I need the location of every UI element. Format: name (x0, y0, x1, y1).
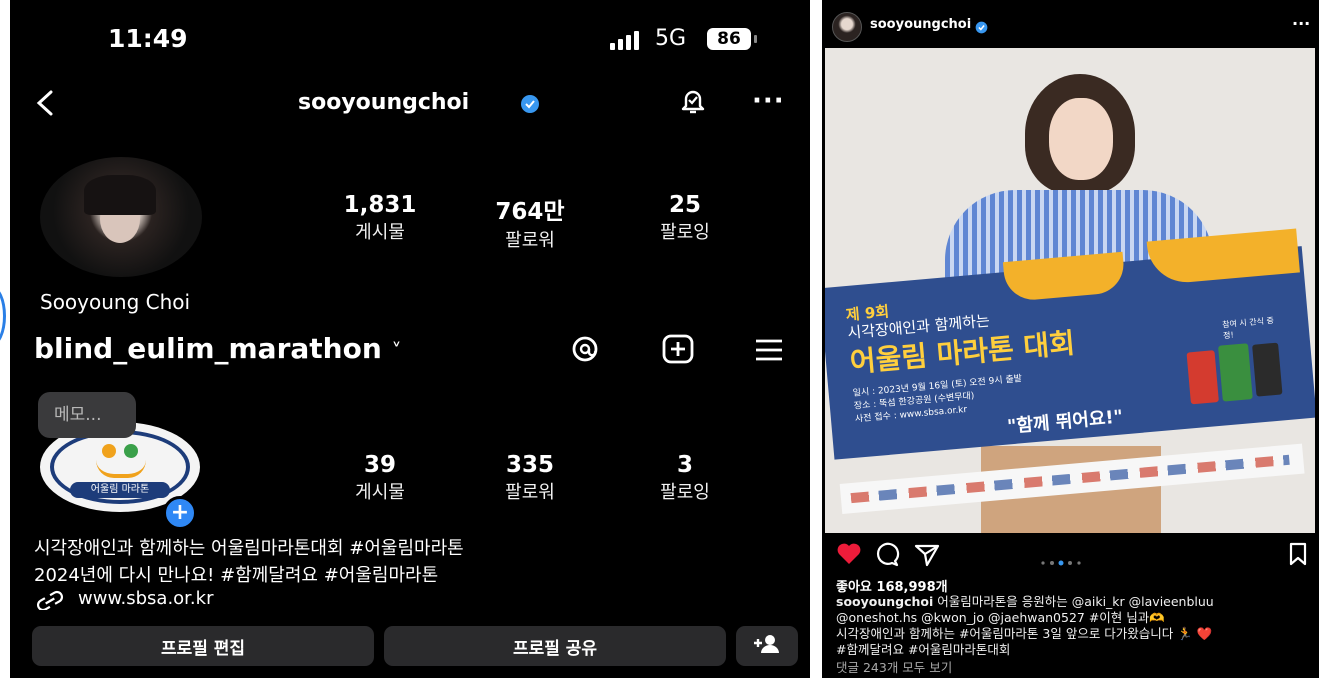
profile-screen: 11:49 5G 86 sooyoungchoi ··· Sooyoung Ch… (10, 0, 810, 678)
back-icon[interactable] (34, 90, 56, 116)
stat-value: 39 (363, 452, 396, 478)
logo-label: 어울림 마라톤 (70, 482, 170, 498)
avatar[interactable] (40, 157, 202, 277)
caption-line-2: @oneshot.hs @kwon_jo @jaehwan0527 #이현 님과… (836, 610, 1165, 625)
battery-icon: 86 (707, 28, 751, 50)
post-screen: sooyoungchoi ··· 제 9회 시각장애인과 함께하는 어울림 마라… (822, 0, 1319, 678)
account-switcher[interactable]: blind_eulim_marathon ˅ (34, 332, 402, 365)
post-more-icon[interactable]: ··· (1292, 14, 1310, 33)
stat-value: 1,831 (343, 192, 417, 218)
battery-tip (754, 35, 757, 43)
stat-posts[interactable]: 1,831 게시물 (330, 192, 430, 244)
signal-icon (610, 30, 640, 50)
share-icon[interactable] (914, 542, 940, 572)
caption-text: 어울림마라톤을 응원하는 @aiki_kr @lavieenbluu (937, 594, 1214, 609)
stat-value: 335 (505, 452, 554, 478)
stat-following[interactable]: 25 팔로잉 (640, 192, 730, 244)
chevron-down-icon: ˅ (391, 339, 402, 363)
snack-pack-3 (1252, 342, 1283, 397)
snack-pack-2 (1218, 343, 1253, 402)
bookmark-icon[interactable] (1288, 542, 1308, 570)
caption-username[interactable]: sooyoungchoi (836, 594, 933, 609)
battery-level: 86 (717, 29, 741, 49)
caption-line-1: sooyoungchoi 어울림마라톤을 응원하는 @aiki_kr @lavi… (836, 594, 1214, 610)
person-face (1049, 98, 1113, 180)
carousel-dots (1040, 551, 1096, 570)
stat-following-2[interactable]: 3 팔로잉 (640, 452, 730, 504)
create-post-icon[interactable] (662, 334, 694, 368)
edit-profile-button[interactable]: 프로필 편집 (32, 626, 374, 666)
account-name: blind_eulim_marathon (34, 332, 382, 365)
like-heart-icon[interactable] (836, 542, 862, 570)
post-username[interactable]: sooyoungchoi (870, 17, 971, 32)
add-person-icon (753, 634, 781, 659)
stat-value: 764만 (495, 199, 565, 225)
bio-line-1: 시각장애인과 함께하는 어울림마라톤대회 #어울림마라톤 (34, 538, 464, 559)
verified-badge-icon (520, 94, 540, 118)
post-avatar[interactable] (832, 12, 862, 42)
display-name: Sooyoung Choi (40, 290, 191, 314)
header-username: sooyoungchoi (298, 90, 470, 115)
event-poster: 제 9회 시각장애인과 함께하는 어울림 마라톤 대회 일시 : 2023년 9… (825, 228, 1315, 460)
memo-text: 메모... (54, 405, 102, 425)
poster-slogan: "함께 뛰어요!" (1006, 406, 1124, 438)
stat-label: 게시물 (355, 482, 405, 503)
stat-value: 25 (668, 192, 701, 218)
add-story-icon[interactable]: + (163, 496, 197, 530)
status-time: 11:49 (108, 24, 188, 53)
add-person-button[interactable] (736, 626, 798, 666)
post-photo[interactable]: 제 9회 시각장애인과 함께하는 어울림 마라톤 대회 일시 : 2023년 9… (825, 48, 1315, 533)
more-options-icon[interactable]: ··· (752, 88, 785, 114)
stat-label: 게시물 (355, 222, 405, 243)
stat-posts-2[interactable]: 39 게시물 (330, 452, 430, 504)
notification-bell-icon[interactable] (678, 86, 708, 120)
caption-line-4: #함께달려요 #어울림마라톤대회 (836, 642, 1011, 657)
caption-line-3: 시각장애인과 함께하는 #어울림마라톤 3일 앞으로 다가왔습니다 🏃 ❤️ (836, 626, 1213, 641)
edge-arc (0, 286, 6, 346)
stat-label: 팔로워 (505, 482, 555, 503)
poster-gift-note: 참여 시 간식 증정! (1221, 315, 1275, 341)
comment-icon[interactable] (874, 542, 900, 572)
bio-link[interactable]: www.sbsa.or.kr (78, 588, 213, 609)
stat-label: 팔로잉 (660, 482, 710, 503)
stat-followers[interactable]: 764만 팔로워 (480, 192, 580, 252)
link-icon (34, 590, 66, 614)
menu-icon[interactable] (754, 338, 784, 366)
threads-icon[interactable] (570, 334, 600, 368)
memo-bubble[interactable]: 메모... (38, 392, 136, 438)
stat-label: 팔로잉 (660, 222, 710, 243)
snack-pack-1 (1186, 350, 1219, 405)
stat-label: 팔로워 (505, 230, 555, 251)
stat-value: 3 (676, 452, 693, 478)
network-label: 5G (655, 26, 687, 51)
stat-followers-2[interactable]: 335 팔로워 (480, 452, 580, 504)
likes-count[interactable]: 좋아요 168,998개 (836, 576, 948, 595)
verified-badge-icon (975, 19, 988, 38)
bio-line-2: 2024년에 다시 만나요! #함께달려요 #어울림마라톤 (34, 565, 439, 586)
share-profile-button[interactable]: 프로필 공유 (384, 626, 726, 666)
view-comments-link[interactable]: 댓글 243개 모두 보기 (836, 660, 952, 676)
